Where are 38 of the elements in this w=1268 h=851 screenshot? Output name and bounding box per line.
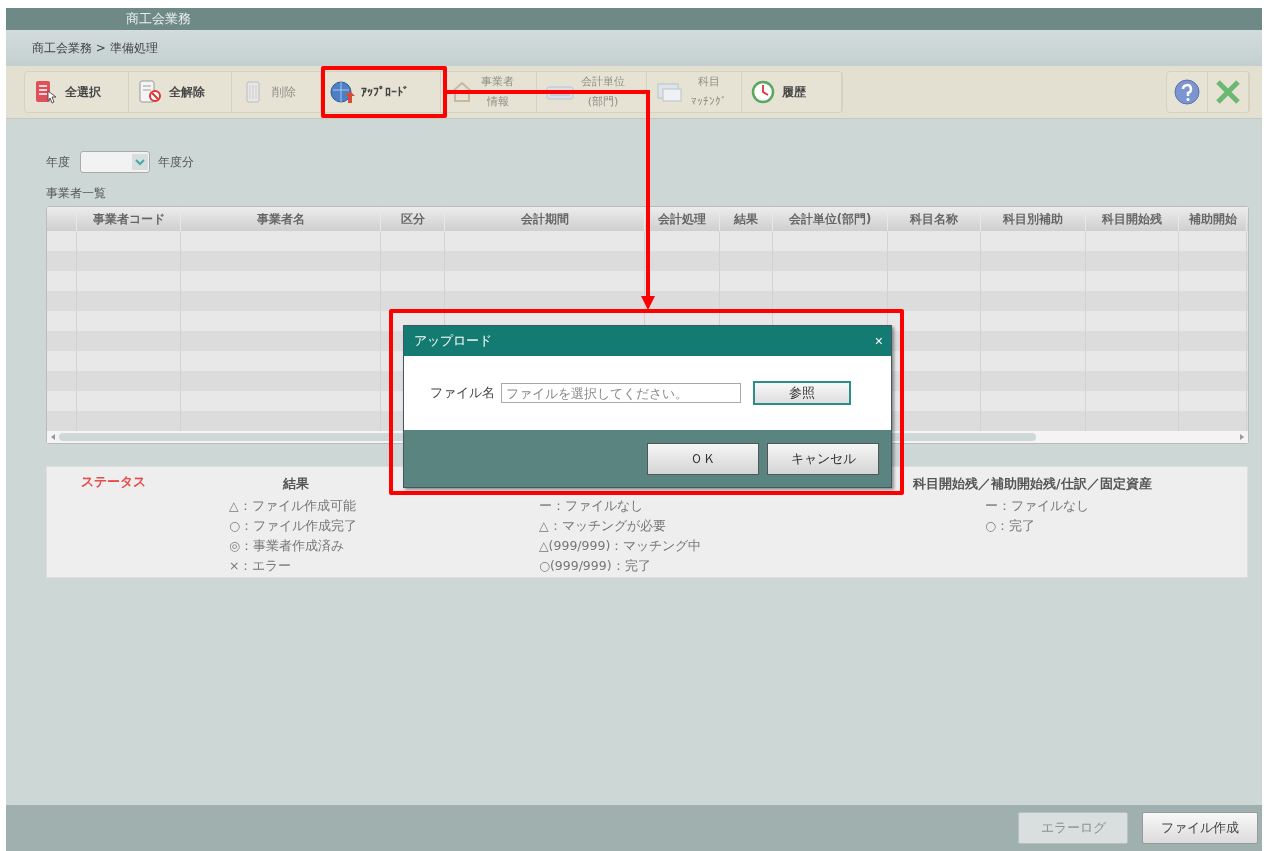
legend-item: ー：ファイルなし bbox=[539, 497, 644, 515]
toolbar-button[interactable]: 全解除 bbox=[129, 72, 232, 112]
year-dropdown[interactable] bbox=[80, 151, 150, 173]
globe-upload-icon bbox=[329, 79, 355, 105]
close-icon bbox=[1214, 78, 1242, 106]
dialog-title: アップロード bbox=[414, 332, 492, 350]
footer-button[interactable]: ファイル作成 bbox=[1142, 812, 1258, 844]
legend-item: ー：ファイルなし bbox=[984, 497, 1090, 515]
ok-button[interactable]: ＯＫ bbox=[647, 442, 759, 475]
cancel-button[interactable]: キャンセル bbox=[767, 442, 879, 475]
legend-item: ○(999/999)：完了 bbox=[539, 557, 652, 575]
toolbar-button[interactable]: 履歴 bbox=[742, 72, 842, 112]
legend-item: △：ファイル作成可能 bbox=[229, 497, 357, 515]
legend-heading: 結果 bbox=[282, 475, 310, 493]
legend-title: ステータス bbox=[81, 473, 146, 491]
year-label: 年度 bbox=[46, 153, 70, 171]
legend-heading: 科目開始残／補助開始残/仕訳／固定資産 bbox=[913, 475, 1152, 493]
clock-icon bbox=[750, 79, 776, 105]
legend-item: △(999/999)：マッチング中 bbox=[539, 537, 702, 555]
close-button[interactable]: × bbox=[874, 333, 883, 349]
legend-item: △：マッチングが必要 bbox=[539, 517, 667, 535]
chevron-down-icon bbox=[132, 154, 148, 170]
breadcrumb: 商工会業務 > 準備処理 bbox=[32, 39, 158, 57]
file-name-field[interactable]: ファイルを選択してください。 bbox=[501, 383, 741, 403]
browse-button[interactable]: 参照 bbox=[753, 381, 851, 405]
legend-item: ○：ファイル作成完了 bbox=[229, 517, 357, 535]
section-title: 事業者一覧 bbox=[46, 185, 107, 202]
year-suffix: 年度分 bbox=[158, 153, 194, 171]
legend-item: ◎：事業者作成済み bbox=[229, 537, 345, 555]
legend-item: ×：エラー bbox=[229, 557, 293, 575]
window-title: 商工会業務 bbox=[126, 10, 191, 28]
file-name-label: ファイル名 bbox=[430, 384, 495, 402]
toolbar-button[interactable]: 全選択 bbox=[25, 72, 129, 112]
document-cursor-icon bbox=[33, 79, 59, 105]
help-icon bbox=[1173, 78, 1201, 106]
legend-item: ○：完了 bbox=[984, 517, 1036, 535]
toolbar-button[interactable]: ｱｯﾌﾟﾛｰﾄﾞ bbox=[321, 72, 441, 112]
document-prohibited-icon bbox=[137, 79, 163, 105]
